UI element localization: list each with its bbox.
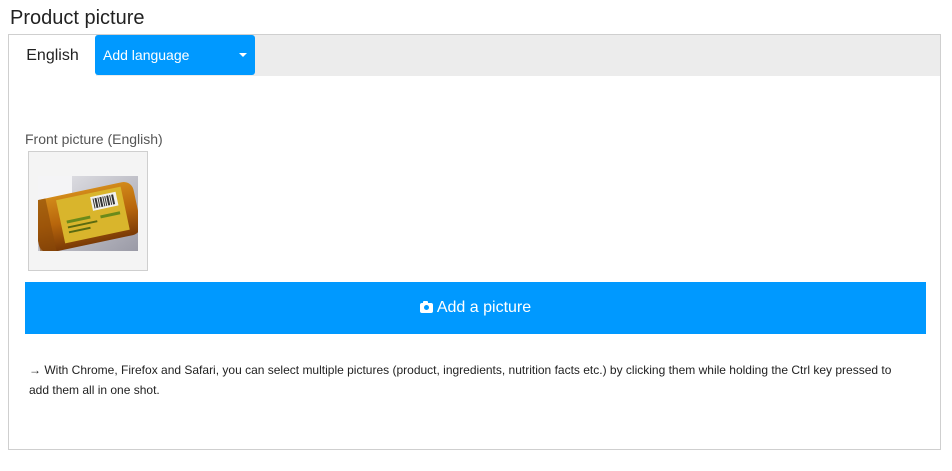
multi-select-hint: → With Chrome, Firefox and Safari, you c… (29, 363, 892, 397)
camera-icon (419, 301, 433, 313)
language-tab-bar: English Add language (9, 35, 940, 76)
front-picture-label: Front picture (English) (25, 131, 163, 147)
add-picture-label: Add a picture (436, 299, 532, 316)
tab-english[interactable]: English (9, 35, 96, 76)
page-title: Product picture (10, 7, 145, 29)
add-picture-button[interactable]: Add a picture (25, 282, 926, 334)
add-language-label: Add language (103, 47, 190, 63)
caret-down-icon (239, 53, 247, 57)
add-language-dropdown[interactable]: Add language (95, 35, 255, 75)
product-photo (38, 176, 138, 251)
front-picture-thumbnail[interactable] (28, 151, 148, 271)
picture-panel: English Add language Front picture (Engl… (8, 34, 941, 450)
